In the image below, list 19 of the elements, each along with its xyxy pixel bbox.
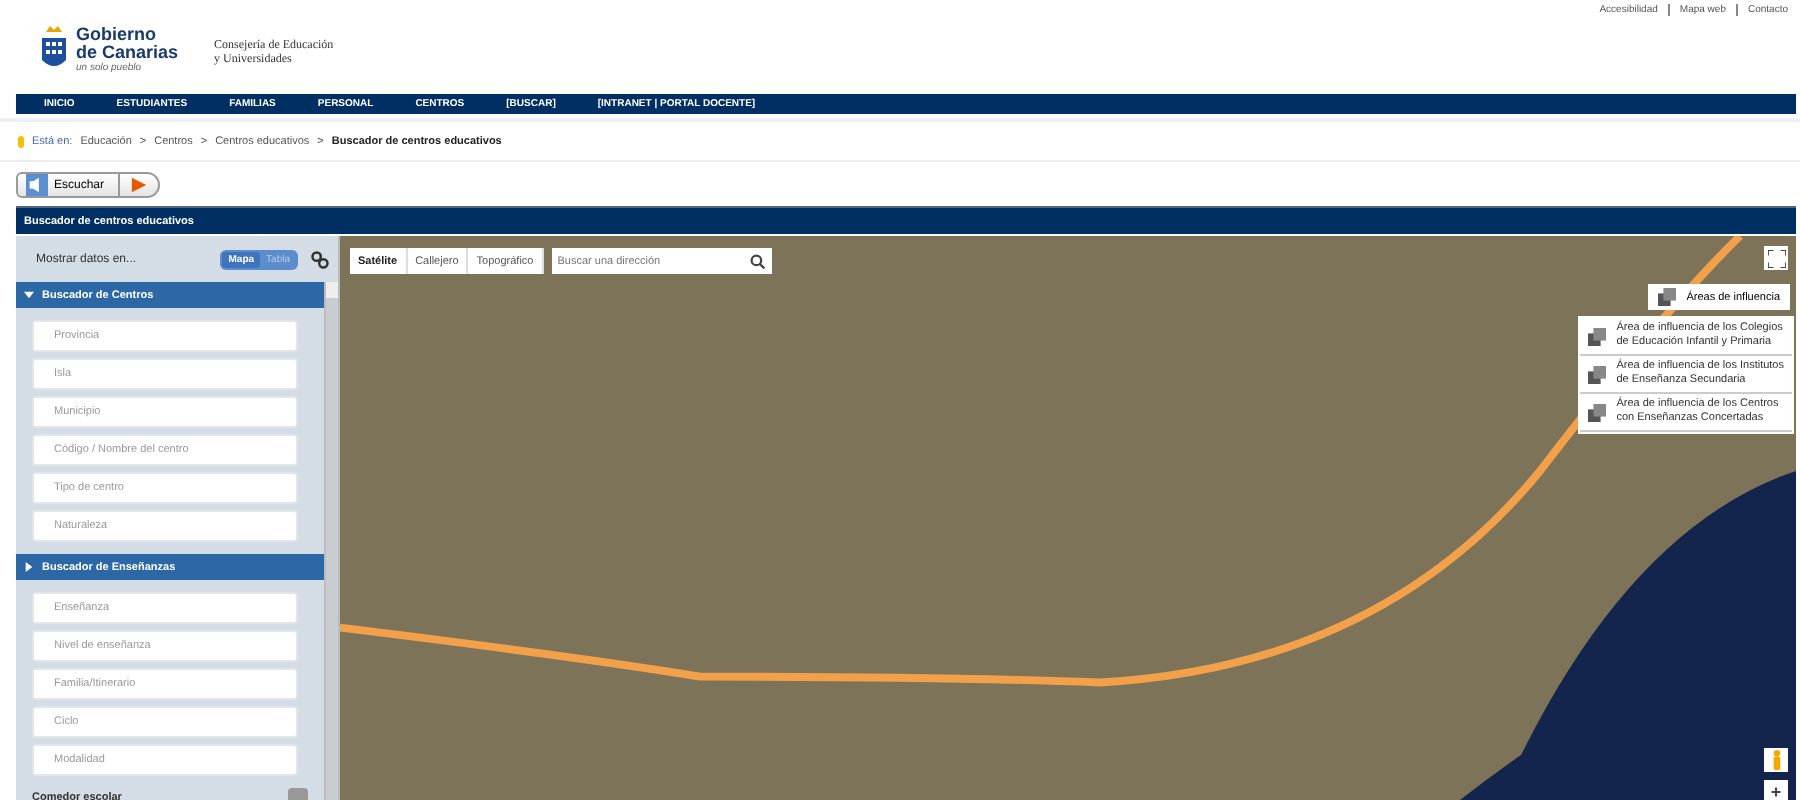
fullscreen-button[interactable] bbox=[1764, 246, 1788, 270]
satellite-map-drawing[interactable] bbox=[340, 236, 1796, 800]
search-button[interactable] bbox=[745, 248, 772, 274]
logo-name: Gobierno bbox=[76, 26, 158, 44]
caret-icon bbox=[24, 290, 34, 300]
scrollbar[interactable] bbox=[324, 282, 338, 800]
logo-name: de Canarias bbox=[76, 44, 179, 62]
layers-icon bbox=[1588, 403, 1607, 421]
play-icon bbox=[130, 176, 149, 194]
layers-icon bbox=[1658, 288, 1677, 306]
search-icon bbox=[750, 253, 767, 269]
fullscreen-icon bbox=[1767, 249, 1785, 267]
zoom-in-button[interactable]: + bbox=[1764, 780, 1788, 800]
play-button[interactable] bbox=[120, 172, 161, 198]
speaker-icon bbox=[26, 174, 48, 196]
caret-icon bbox=[24, 562, 34, 572]
layers-icon bbox=[1588, 327, 1607, 345]
link-icon[interactable] bbox=[310, 249, 330, 269]
layers-icon bbox=[1588, 365, 1607, 383]
